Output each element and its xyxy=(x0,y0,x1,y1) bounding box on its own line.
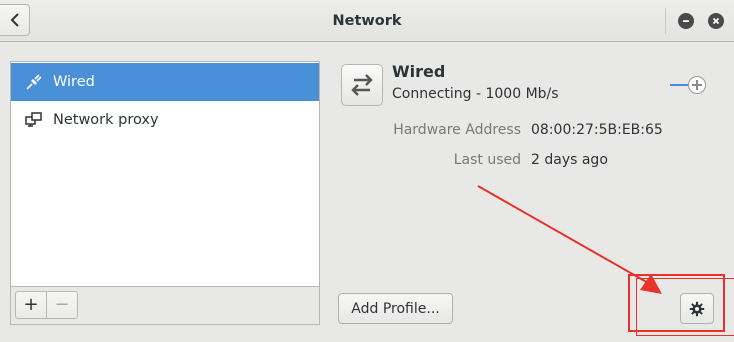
device-item-wired[interactable]: Wired xyxy=(11,63,319,101)
toggle-knob xyxy=(688,76,706,94)
hardware-address-label: Hardware Address xyxy=(393,122,521,138)
connection-name: Wired xyxy=(392,62,446,81)
close-icon xyxy=(712,17,720,25)
network-proxy-icon xyxy=(23,109,45,131)
minimize-button[interactable] xyxy=(678,13,694,29)
header-bar: Network xyxy=(0,0,734,42)
connection-toggle[interactable] xyxy=(668,75,708,95)
connection-status: Connecting - 1000 Mb/s xyxy=(392,86,559,102)
device-list: Wired Network proxy xyxy=(10,61,320,287)
swap-arrows-icon xyxy=(341,64,383,106)
remove-device-button[interactable]: − xyxy=(46,291,78,319)
last-used-label: Last used xyxy=(453,152,521,168)
device-list-toolbar: + − xyxy=(10,287,320,325)
last-used-value: 2 days ago xyxy=(531,152,608,168)
device-item-label: Network proxy xyxy=(53,112,159,128)
header-separator xyxy=(665,8,666,34)
add-device-button[interactable]: + xyxy=(15,291,47,319)
ethernet-icon xyxy=(23,71,45,93)
minimize-icon xyxy=(683,20,689,22)
close-button[interactable] xyxy=(708,13,724,29)
device-item-label: Wired xyxy=(53,74,95,90)
device-item-network-proxy[interactable]: Network proxy xyxy=(11,101,319,139)
annotation-highlight-box-outer xyxy=(636,278,734,336)
window-title: Network xyxy=(332,13,402,29)
add-profile-button[interactable]: Add Profile... xyxy=(338,293,453,324)
hardware-address-value: 08:00:27:5B:EB:65 xyxy=(531,122,663,138)
network-settings-window: Network Wired Network proxy + − Wired Co… xyxy=(0,0,734,342)
